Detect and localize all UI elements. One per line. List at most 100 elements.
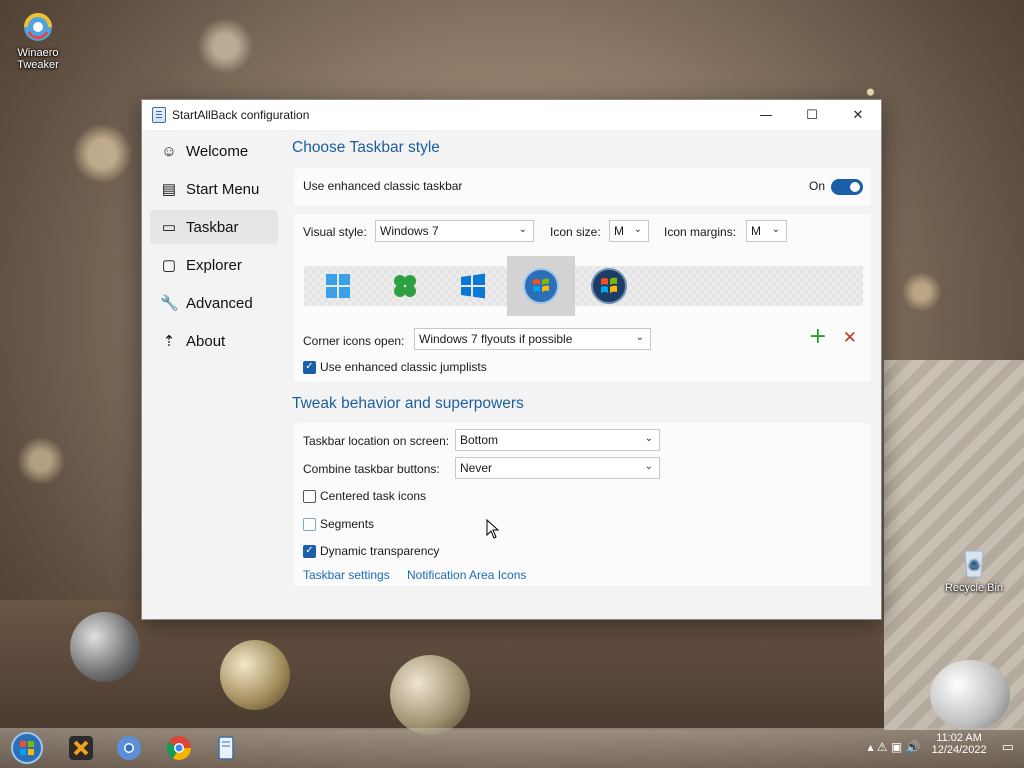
transparency-label: Dynamic transparency (320, 544, 440, 558)
add-icon[interactable]: + (809, 326, 827, 348)
sidebar-item-explorer[interactable]: ▢ Explorer (150, 248, 278, 282)
startallback-taskbar-icon[interactable] (212, 734, 240, 762)
clock-date[interactable]: 12/24/2022 (932, 744, 987, 756)
icon-size-value: M (614, 224, 624, 238)
config-window: StartAllBack configuration — ☐ ✕ ☺ Welco… (141, 99, 882, 620)
sidebar-item-label: About (186, 332, 226, 350)
smile-icon: ☺ (161, 142, 177, 160)
chrome-icon[interactable] (165, 734, 193, 762)
transparency-checkbox[interactable]: ✓ (303, 544, 316, 558)
windows-11-logo-icon (326, 274, 350, 298)
title-bar[interactable]: StartAllBack configuration — ☐ ✕ (142, 100, 881, 130)
sidebar-item-about[interactable]: ⇡ About (150, 324, 278, 358)
sidebar-item-label: Start Menu (186, 180, 260, 198)
notification-icon[interactable]: ▭ (1002, 739, 1014, 755)
visual-style-card: Visual style: Windows 7 ⌄ Icon size: M ⌄… (294, 214, 871, 382)
jumplists-checkbox[interactable]: ✓ (303, 360, 316, 374)
wrench-icon: 🔧 (160, 295, 179, 312)
system-taskbar: ▴ ⚠ ▣ 🔊 11:02 AM 12/24/2022 ▭ (0, 728, 1024, 768)
taskbar-settings-link[interactable]: Taskbar settings (303, 568, 390, 582)
centered-icons-checkbox-row[interactable]: Centered task icons (303, 489, 426, 503)
taskbar-style-picker (304, 256, 863, 316)
info-icon: ⇡ (162, 333, 176, 350)
sidebar-item-advanced[interactable]: 🔧 Advanced (150, 286, 278, 320)
sidebar-item-label: Explorer (186, 256, 242, 274)
style-option-clover[interactable] (371, 256, 439, 316)
recycle-bin-icon: ♻ (957, 545, 991, 579)
enhanced-taskbar-toggle[interactable] (831, 179, 863, 195)
start-orb-icon[interactable] (10, 731, 44, 765)
wallpaper-ornament (930, 660, 1010, 730)
jumplists-checkbox-row[interactable]: ✓ Use enhanced classic jumplists (303, 360, 487, 374)
style-option-windows-10[interactable] (439, 256, 507, 316)
style-option-windows-vista[interactable] (575, 256, 643, 316)
segments-checkbox[interactable] (303, 517, 316, 531)
chevron-down-icon: ⌄ (644, 461, 653, 472)
minimize-button[interactable]: — (743, 100, 789, 130)
desktop-icon-winaero[interactable]: Winaero Tweaker (3, 10, 73, 71)
windows-10-logo-icon (461, 273, 485, 299)
jumplists-label: Use enhanced classic jumplists (320, 360, 487, 374)
icon-size-select[interactable]: M ⌄ (609, 220, 649, 242)
chevron-down-icon: ⌄ (635, 332, 644, 343)
centered-icons-label: Centered task icons (320, 489, 427, 503)
sidebar-item-label: Advanced (186, 294, 253, 312)
x-app-icon[interactable] (67, 734, 95, 762)
chevron-down-icon: ⌄ (771, 224, 780, 235)
close-button[interactable]: ✕ (835, 100, 881, 130)
start-menu-icon: ▤ (161, 181, 177, 198)
windows-vista-orb-icon (591, 268, 627, 304)
wallpaper-ornament (70, 612, 140, 682)
folder-icon: ▢ (161, 257, 177, 274)
icon-margins-select[interactable]: M ⌄ (746, 220, 787, 242)
taskbar-location-label: Taskbar location on screen: (303, 434, 450, 448)
enhanced-taskbar-card: Use enhanced classic taskbar On (294, 168, 871, 206)
style-option-windows-7[interactable] (507, 256, 575, 316)
icon-margins-value: M (751, 224, 761, 238)
style-option-windows-11[interactable] (304, 256, 372, 316)
clover-logo-icon (394, 275, 416, 297)
transparency-checkbox-row[interactable]: ✓ Dynamic transparency (303, 544, 439, 558)
corner-icons-select[interactable]: Windows 7 flyouts if possible ⌄ (414, 328, 651, 350)
winaero-icon (21, 10, 55, 44)
desktop-icon-recycle-bin[interactable]: ♻ Recycle Bin (939, 545, 1009, 594)
combine-buttons-value: Never (460, 461, 493, 475)
section-heading-taskbar-style: Choose Taskbar style (292, 139, 440, 156)
startallback-icon (152, 107, 166, 123)
segments-checkbox-row[interactable]: Segments (303, 517, 374, 531)
wallpaper-ornament (220, 640, 290, 710)
combine-buttons-select[interactable]: Never ⌄ (455, 457, 660, 479)
centered-icons-checkbox[interactable] (303, 489, 316, 503)
window-title: StartAllBack configuration (172, 108, 310, 122)
chevron-down-icon: ⌄ (518, 224, 527, 235)
notification-area-icons-link[interactable]: Notification Area Icons (407, 568, 526, 582)
enhanced-taskbar-state: On (808, 179, 825, 193)
sidebar-item-label: Taskbar (186, 218, 239, 236)
tweak-card: Taskbar location on screen: Bottom ⌄ Com… (294, 423, 871, 586)
sidebar-item-label: Welcome (186, 142, 249, 160)
segments-label: Segments (320, 517, 375, 531)
chromium-icon[interactable] (115, 734, 143, 762)
sidebar-item-start-menu[interactable]: ▤ Start Menu (150, 172, 278, 206)
visual-style-select[interactable]: Windows 7 ⌄ (375, 220, 534, 242)
svg-text:♻: ♻ (969, 558, 980, 572)
corner-icons-label: Corner icons open: (303, 334, 405, 348)
windows-7-orb-icon (523, 268, 559, 304)
sidebar-item-taskbar[interactable]: ▭ Taskbar (150, 210, 278, 244)
sidebar-item-welcome[interactable]: ☺ Welcome (150, 134, 278, 168)
desktop-icon-label: Winaero Tweaker (17, 47, 59, 71)
maximize-button[interactable]: ☐ (789, 100, 835, 130)
chevron-down-icon: ⌄ (633, 224, 642, 235)
section-heading-tweak: Tweak behavior and superpowers (292, 395, 524, 412)
clock-time[interactable]: 11:02 AM (932, 732, 987, 744)
window-content: ☺ Welcome ▤ Start Menu ▭ Taskbar ▢ Explo… (142, 130, 881, 619)
mouse-cursor-icon (486, 519, 500, 539)
icon-margins-label: Icon margins: (664, 225, 737, 239)
combine-buttons-label: Combine taskbar buttons: (303, 462, 440, 476)
taskbar-icon: ▭ (161, 219, 177, 236)
tray-icons[interactable]: ▴ ⚠ ▣ 🔊 (867, 740, 920, 754)
icon-size-label: Icon size: (550, 225, 601, 239)
chevron-down-icon: ⌄ (644, 433, 653, 444)
taskbar-location-select[interactable]: Bottom ⌄ (455, 429, 660, 451)
remove-icon[interactable]: ✕ (843, 328, 857, 348)
